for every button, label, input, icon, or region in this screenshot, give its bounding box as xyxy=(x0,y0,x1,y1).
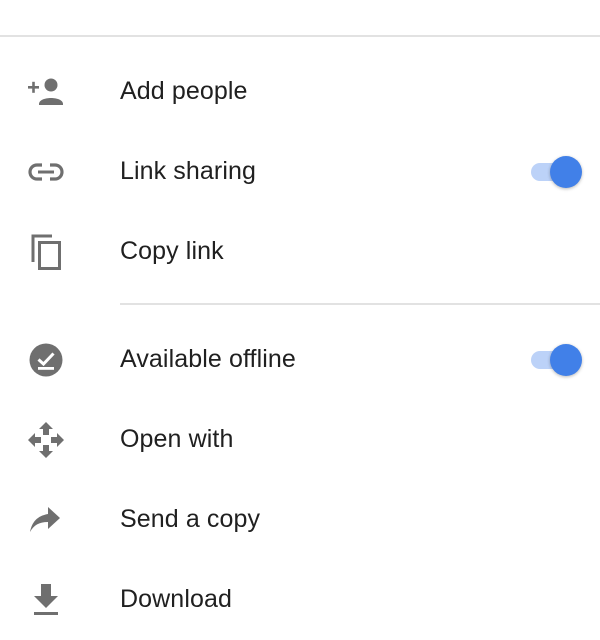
menu-item-copy-link[interactable]: Copy link xyxy=(0,212,600,292)
menu-item-label: Send a copy xyxy=(120,504,261,533)
copy-icon xyxy=(25,231,67,273)
menu-item-download[interactable]: Download xyxy=(0,560,600,640)
toggle-thumb xyxy=(550,156,582,188)
section-divider xyxy=(120,303,600,305)
menu-item-label: Link sharing xyxy=(120,156,257,185)
menu-item-available-offline[interactable]: Available offline xyxy=(0,320,600,400)
link-sharing-toggle[interactable] xyxy=(528,154,584,190)
top-divider xyxy=(0,35,600,37)
share-arrow-icon xyxy=(25,499,67,541)
menu-item-add-people[interactable]: Add people xyxy=(0,52,600,132)
link-icon xyxy=(25,151,67,193)
menu-item-label: Copy link xyxy=(120,236,224,265)
available-offline-toggle[interactable] xyxy=(528,342,584,378)
menu-item-open-with[interactable]: Open with xyxy=(0,400,600,480)
menu-item-send-a-copy[interactable]: Send a copy xyxy=(0,480,600,560)
person-add-icon xyxy=(25,71,67,113)
menu-item-link-sharing[interactable]: Link sharing xyxy=(0,132,600,212)
menu-item-label: Add people xyxy=(120,76,248,105)
menu-item-label: Open with xyxy=(120,424,234,453)
offline-pin-icon xyxy=(25,339,67,381)
menu-item-label: Available offline xyxy=(120,344,296,373)
open-with-icon xyxy=(25,419,67,461)
toggle-thumb xyxy=(550,344,582,376)
menu-item-label: Download xyxy=(120,584,232,613)
download-icon xyxy=(25,579,67,621)
